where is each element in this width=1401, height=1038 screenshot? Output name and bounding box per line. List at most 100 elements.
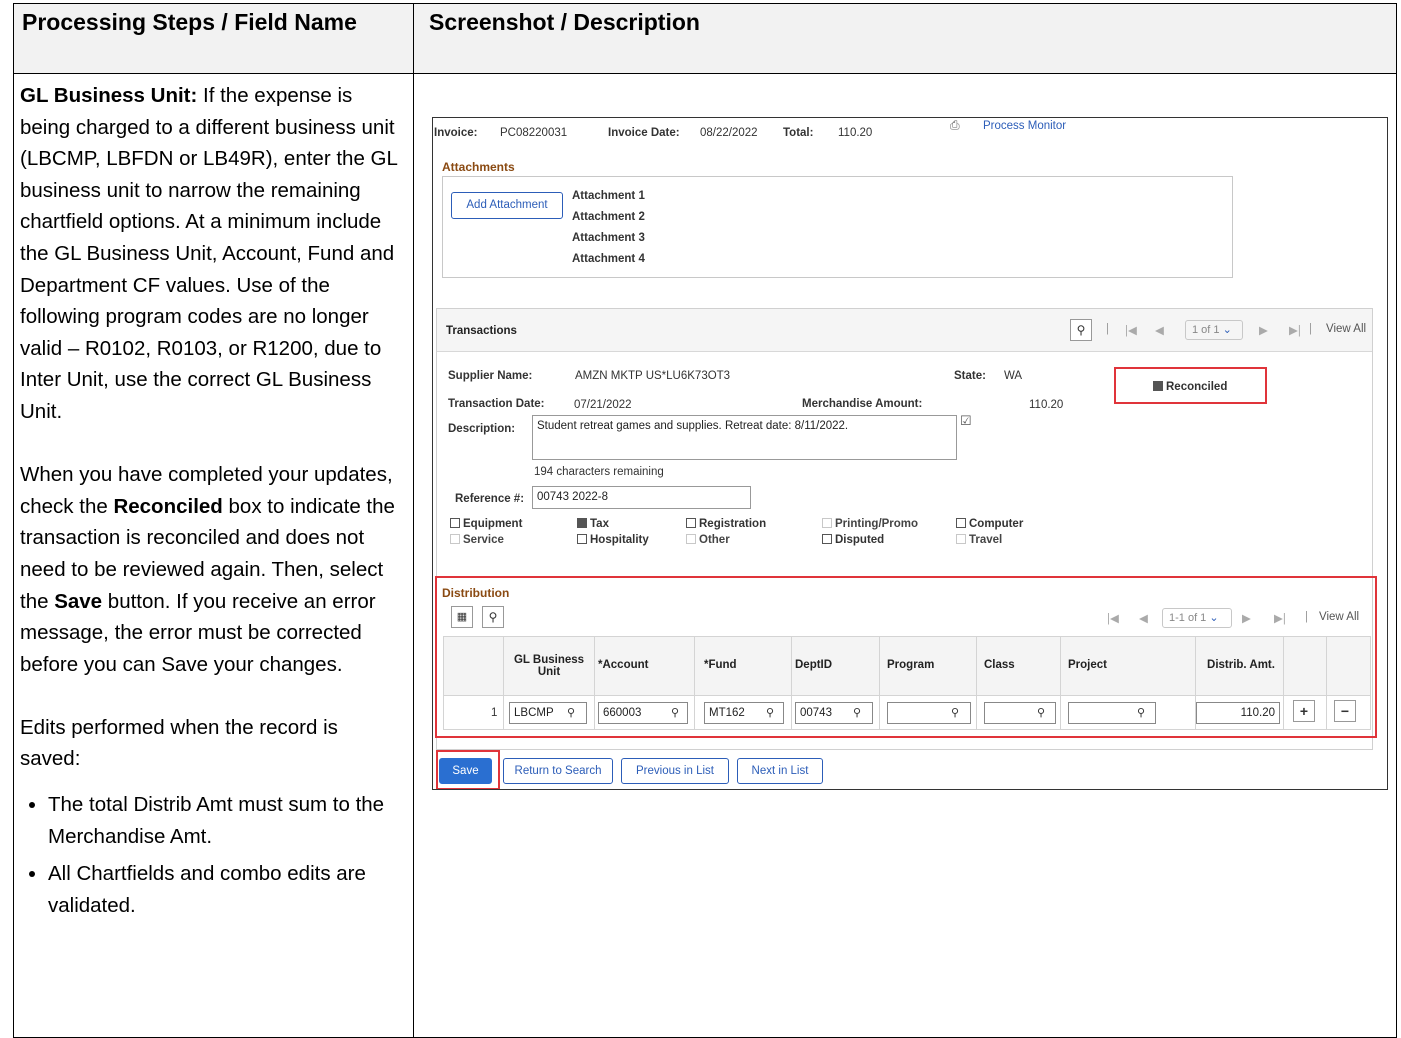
gl-business-unit-input[interactable]: LBCMP xyxy=(509,702,587,724)
add-row-icon[interactable]: + xyxy=(1293,700,1315,722)
edits-paragraph: Edits performed when the record is saved… xyxy=(20,715,338,771)
checkbox-icon xyxy=(450,517,460,528)
distribution-view-all-link[interactable]: View All xyxy=(1319,611,1359,623)
other-label: Other xyxy=(699,534,730,546)
hospitality-checkbox[interactable]: Hospitality xyxy=(577,533,649,546)
instruction-table: Processing Steps / Field Name Screenshot… xyxy=(0,0,1401,1038)
personalize-grid-icon[interactable]: ▦ xyxy=(451,606,473,628)
checkbox-icon xyxy=(450,533,460,544)
total-value: 110.20 xyxy=(838,127,873,139)
attachment-item[interactable]: Attachment 3 xyxy=(572,232,645,244)
registration-checkbox[interactable]: Registration xyxy=(686,517,766,530)
last-page-icon[interactable]: ▶| xyxy=(1289,323,1301,337)
dist-page-value: 1-1 of 1 xyxy=(1169,612,1207,624)
other-checkbox[interactable]: Other xyxy=(686,533,730,546)
hospitality-label: Hospitality xyxy=(590,534,649,546)
next-page-icon[interactable]: ▶ xyxy=(1259,323,1268,337)
col-gl-business-unit: GL Business Unit xyxy=(513,654,585,678)
deptid-input[interactable]: 00743 xyxy=(795,702,873,724)
disputed-label: Disputed xyxy=(835,534,885,546)
printer-icon[interactable]: ⎙ xyxy=(950,118,960,133)
printing-promo-label: Printing/Promo xyxy=(835,518,919,530)
merchandise-amount-label: Merchandise Amount: xyxy=(802,398,923,410)
col-deptid: DeptID xyxy=(795,659,833,671)
first-page-icon[interactable]: |◀ xyxy=(1107,611,1119,625)
header-col2-text: Screenshot / Description xyxy=(429,9,700,35)
account-value: 660003 xyxy=(603,707,642,719)
save-highlight xyxy=(436,750,500,789)
view-all-link[interactable]: View All xyxy=(1326,323,1366,335)
travel-checkbox[interactable]: Travel xyxy=(956,533,1002,546)
delete-row-icon[interactable]: − xyxy=(1334,700,1356,722)
description-textarea[interactable]: Student retreat games and supplies. Retr… xyxy=(532,415,957,460)
next-page-icon[interactable]: ▶ xyxy=(1242,611,1251,625)
tax-checkbox[interactable]: Tax xyxy=(577,517,609,530)
characters-remaining: 194 characters remaining xyxy=(534,466,664,478)
deptid-value: 00743 xyxy=(800,707,832,719)
lookup-icon[interactable]: ⚲ xyxy=(671,706,679,719)
attachment-item[interactable]: Attachment 1 xyxy=(572,190,645,202)
description-label: Description: xyxy=(448,423,516,435)
prev-page-icon[interactable]: ◀ xyxy=(1155,323,1164,337)
add-attachment-button[interactable]: Add Attachment xyxy=(451,192,563,219)
gl-bu-value: LBCMP xyxy=(514,707,554,719)
checkbox-icon xyxy=(686,533,696,544)
chevron-down-icon: ⌄ xyxy=(1209,612,1219,624)
page-select[interactable]: 1 of 1 ⌄ xyxy=(1185,320,1243,340)
previous-in-list-button[interactable]: Previous in List xyxy=(621,758,729,784)
reference-input[interactable]: 00743 2022-8 xyxy=(532,486,751,509)
prev-page-icon[interactable]: ◀ xyxy=(1139,611,1148,625)
separator: | xyxy=(1106,323,1109,335)
computer-checkbox[interactable]: Computer xyxy=(956,517,1024,530)
row-number: 1 xyxy=(491,707,498,719)
transaction-date-label: Transaction Date: xyxy=(448,398,545,410)
lookup-icon[interactable]: ⚲ xyxy=(1137,706,1145,719)
col-distrib-amt: Distrib. Amt. xyxy=(1207,659,1275,671)
spell-check-icon[interactable]: ☑ xyxy=(960,413,972,429)
gl-business-unit-paragraph: GL Business Unit: If the expense is bein… xyxy=(20,80,400,428)
service-label: Service xyxy=(463,534,504,546)
last-page-icon[interactable]: ▶| xyxy=(1274,611,1286,625)
process-monitor-link[interactable]: Process Monitor xyxy=(983,120,1066,132)
disputed-checkbox[interactable]: Disputed xyxy=(822,533,885,546)
distribution-page-select[interactable]: 1-1 of 1 ⌄ xyxy=(1162,608,1232,628)
lookup-icon[interactable]: ⚲ xyxy=(951,706,959,719)
lookup-icon[interactable]: ⚲ xyxy=(853,706,861,719)
instructions-text: GL Business Unit: If the expense is bein… xyxy=(20,80,400,927)
reference-label: Reference #: xyxy=(455,493,525,505)
distrib-amt-input[interactable]: 110.20 xyxy=(1196,702,1280,724)
lookup-icon[interactable]: ⚲ xyxy=(567,706,575,719)
checkbox-icon xyxy=(822,517,832,528)
checkbox-checked-icon xyxy=(577,517,587,528)
header-screenshot-description: Screenshot / Description xyxy=(413,3,1397,74)
attachment-item[interactable]: Attachment 4 xyxy=(572,253,645,265)
tax-label: Tax xyxy=(590,518,609,530)
gl-business-unit-label: GL Business Unit: xyxy=(20,84,198,107)
separator: | xyxy=(1309,323,1312,335)
printing-promo-checkbox[interactable]: Printing/Promo xyxy=(822,517,919,530)
computer-label: Computer xyxy=(969,518,1024,530)
checkbox-icon xyxy=(956,517,966,528)
service-checkbox[interactable]: Service xyxy=(450,533,504,546)
search-icon[interactable]: ⚲ xyxy=(1070,319,1092,341)
chevron-down-icon: ⌄ xyxy=(1222,324,1232,336)
class-input[interactable] xyxy=(984,702,1056,724)
supplier-name-label: Supplier Name: xyxy=(448,370,533,382)
lookup-icon[interactable]: ⚲ xyxy=(1037,706,1045,719)
total-label: Total: xyxy=(783,127,814,139)
supplier-name-value: AMZN MKTP US*LU6K73OT3 xyxy=(575,370,731,382)
search-icon[interactable]: ⚲ xyxy=(482,606,504,628)
col-program: Program xyxy=(887,659,935,671)
return-to-search-button[interactable]: Return to Search xyxy=(503,758,613,784)
gl-business-unit-text: If the expense is being charged to a dif… xyxy=(20,84,398,423)
equipment-checkbox[interactable]: Equipment xyxy=(450,517,522,530)
first-page-icon[interactable]: |◀ xyxy=(1125,323,1137,337)
lookup-icon[interactable]: ⚲ xyxy=(766,706,774,719)
merchandise-amount-value: 110.20 xyxy=(1029,399,1064,411)
next-in-list-button[interactable]: Next in List xyxy=(737,758,823,784)
checkbox-icon xyxy=(956,533,966,544)
invoice-date-label: Invoice Date: xyxy=(608,127,680,139)
attachment-item[interactable]: Attachment 2 xyxy=(572,211,645,223)
attachments-title: Attachments xyxy=(442,160,515,174)
transaction-date-value: 07/21/2022 xyxy=(574,399,632,411)
